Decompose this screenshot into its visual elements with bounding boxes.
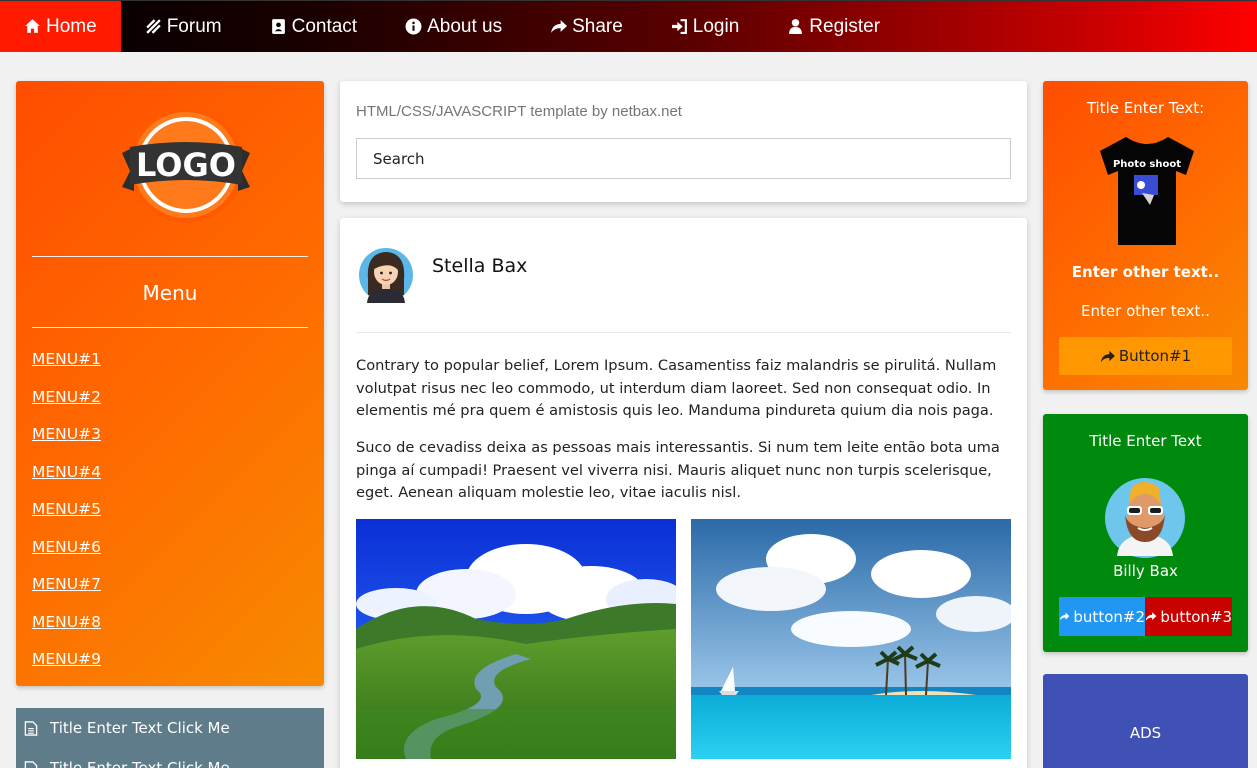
nav-register-label: Register xyxy=(809,15,881,37)
tshirt-image[interactable]: Photo shoot xyxy=(1098,133,1196,247)
nav-contact[interactable]: Contact xyxy=(246,1,381,52)
logo-text: LOGO xyxy=(136,146,236,184)
button-1-label: Button#1 xyxy=(1118,347,1192,365)
menu-item-9[interactable]: MENU#9 xyxy=(32,650,101,668)
accordion-item-label: Title Enter Text Click Me xyxy=(50,759,230,768)
nav-about[interactable]: About us xyxy=(381,1,526,52)
menu-item-2[interactable]: MENU#2 xyxy=(32,388,101,406)
nav-forum-label: Forum xyxy=(166,15,222,37)
home-icon xyxy=(25,19,40,33)
profile-name: Billy Bax xyxy=(1113,562,1178,580)
ads-label: ADS xyxy=(1129,724,1162,742)
share-icon xyxy=(551,20,568,33)
share-icon xyxy=(1100,350,1115,362)
menu-item-6[interactable]: MENU#6 xyxy=(32,538,101,556)
nav-home-label: Home xyxy=(46,15,97,37)
profile-title: Title Enter Text xyxy=(1089,432,1202,450)
nav-register[interactable]: Register xyxy=(763,1,904,52)
share-icon xyxy=(1145,612,1157,621)
button-2[interactable]: button#2 xyxy=(1059,597,1145,636)
post-image-tropical-island[interactable] xyxy=(691,519,1011,759)
promo-text: Enter other text.. xyxy=(1081,302,1210,320)
button-1[interactable]: Button#1 xyxy=(1059,337,1232,375)
menu-title: Menu xyxy=(142,281,198,305)
nav-contact-label: Contact xyxy=(291,15,358,37)
left-accordion: Title Enter Text Click Me Title Enter Te… xyxy=(16,708,324,768)
button-3[interactable]: button#3 xyxy=(1145,597,1232,636)
post-card: Stella Bax Contrary to popular belief, L… xyxy=(340,218,1027,768)
button-3-label: button#3 xyxy=(1160,607,1232,626)
menu-top-divider xyxy=(32,256,308,257)
accordion-item-2[interactable]: Title Enter Text Click Me xyxy=(16,748,324,768)
post-paragraph-1: Contrary to popular belief, Lorem Ipsum.… xyxy=(356,357,997,419)
header-card: HTML/CSS/JAVASCRIPT template by netbax.n… xyxy=(340,81,1027,202)
menu-item-8[interactable]: MENU#8 xyxy=(32,613,101,631)
nav-about-label: About us xyxy=(427,15,503,37)
top-navbar: Home Forum Contact About us Share Login … xyxy=(0,0,1257,52)
promo-title: Title Enter Text: xyxy=(1086,99,1205,117)
ads-card[interactable]: ADS xyxy=(1043,674,1248,768)
user-icon xyxy=(789,19,803,34)
file-icon xyxy=(24,720,38,736)
file-icon xyxy=(24,760,38,768)
post-image-river-valley[interactable] xyxy=(356,519,676,759)
menu-bottom-divider xyxy=(32,327,308,328)
post-paragraph-2: Suco de cevadiss deixa as pessoas mais i… xyxy=(356,439,1000,501)
menu-item-4[interactable]: MENU#4 xyxy=(32,463,101,481)
promo-card: Title Enter Text: Photo shoot Enter othe… xyxy=(1043,81,1248,390)
button-2-label: button#2 xyxy=(1073,607,1145,626)
promo-bold-text: Enter other text.. xyxy=(1071,263,1220,281)
address-book-icon xyxy=(271,19,285,34)
nav-share[interactable]: Share xyxy=(526,1,647,52)
search-input[interactable] xyxy=(356,138,1011,179)
sign-in-icon xyxy=(671,19,687,34)
nav-login-label: Login xyxy=(692,15,740,37)
post-divider xyxy=(356,332,1011,333)
author-avatar[interactable] xyxy=(358,243,414,303)
left-sidebar: LOGO Menu MENU#1 MENU#2 MENU#3 MENU#4 ME… xyxy=(16,81,324,686)
accordion-item-label: Title Enter Text Click Me xyxy=(50,719,230,737)
accordion-item-1[interactable]: Title Enter Text Click Me xyxy=(16,708,324,748)
info-icon xyxy=(405,18,422,35)
menu-list: MENU#1 MENU#2 MENU#3 MENU#4 MENU#5 MENU#… xyxy=(32,349,101,687)
logo-graphic: LOGO xyxy=(122,107,250,223)
nav-forum[interactable]: Forum xyxy=(121,1,246,52)
menu-item-5[interactable]: MENU#5 xyxy=(32,500,101,518)
menu-item-1[interactable]: MENU#1 xyxy=(32,350,101,368)
profile-card: Title Enter Text Billy Bax button#2 butt… xyxy=(1043,414,1248,652)
nav-login[interactable]: Login xyxy=(647,1,764,52)
template-credit: HTML/CSS/JAVASCRIPT template by netbax.n… xyxy=(356,103,682,120)
share-icon xyxy=(1059,612,1070,621)
author-name[interactable]: Stella Bax xyxy=(432,255,527,277)
menu-item-3[interactable]: MENU#3 xyxy=(32,425,101,443)
tshirt-text: Photo shoot xyxy=(1113,159,1181,170)
nav-share-label: Share xyxy=(572,15,623,37)
site-logo[interactable]: LOGO xyxy=(120,107,252,227)
profile-avatar[interactable] xyxy=(1105,476,1185,559)
feed-icon xyxy=(145,19,161,34)
nav-home[interactable]: Home xyxy=(0,1,121,52)
menu-item-7[interactable]: MENU#7 xyxy=(32,575,101,593)
